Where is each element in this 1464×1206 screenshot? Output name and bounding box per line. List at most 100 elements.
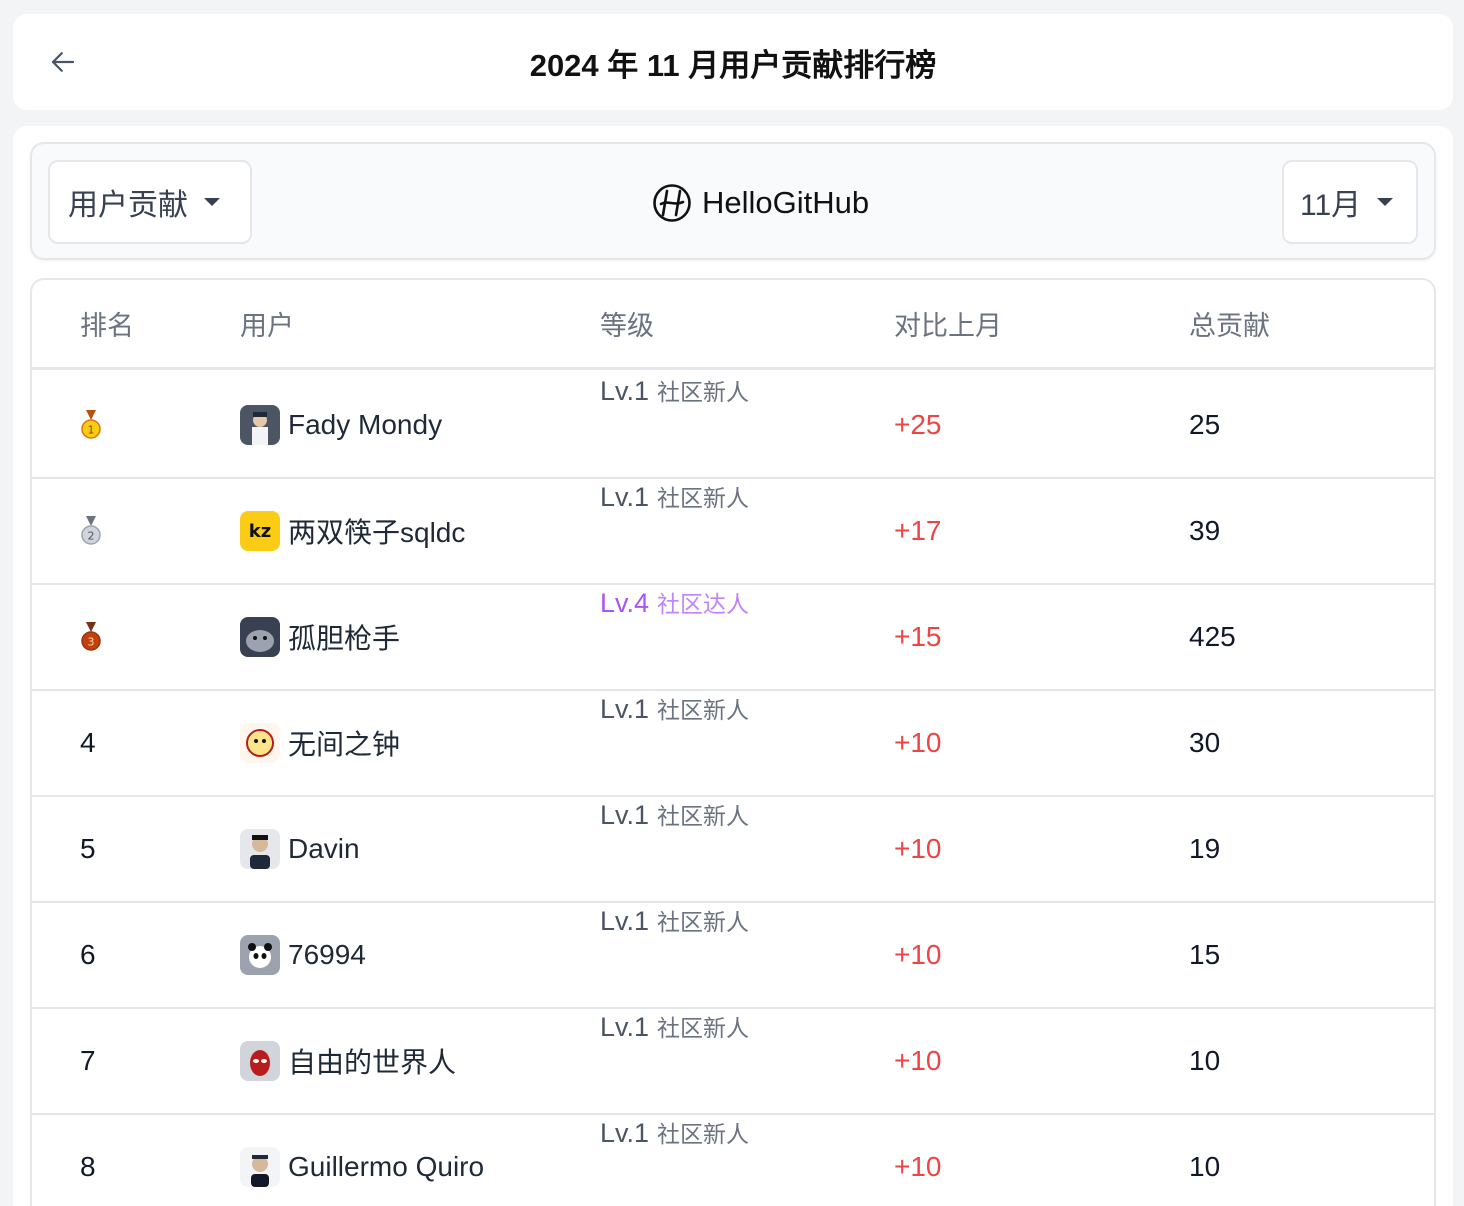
avatar bbox=[240, 829, 280, 869]
user-level: Lv.1 社区新人 bbox=[600, 373, 749, 477]
user-name: 无间之钟 bbox=[288, 729, 401, 760]
avatar bbox=[240, 1147, 280, 1187]
level-name: 社区新人 bbox=[657, 803, 750, 829]
table-row: 2 kz 两双筷子sqldc Lv.1 社区新人 +17 39 bbox=[32, 479, 1434, 585]
chevron-down-icon bbox=[1377, 198, 1394, 206]
monthly-delta: +10 bbox=[894, 939, 942, 970]
user-name: Fady Mondy bbox=[288, 409, 443, 440]
total-contribution: 10 bbox=[1189, 1151, 1221, 1182]
user-level: Lv.1 社区新人 bbox=[600, 1115, 749, 1206]
month-label: 11月 bbox=[1300, 189, 1362, 222]
user-level: Lv.1 社区新人 bbox=[600, 1009, 749, 1113]
total-contribution: 425 bbox=[1189, 621, 1236, 652]
user-link[interactable]: kz 两双筷子sqldc bbox=[240, 479, 465, 583]
rank-number: 5 bbox=[80, 833, 96, 864]
level-name: 社区新人 bbox=[657, 379, 750, 405]
user-name: 76994 bbox=[288, 939, 366, 970]
svg-text:2: 2 bbox=[88, 530, 95, 543]
user-name: 两双筷子sqldc bbox=[288, 517, 466, 548]
level-name: 社区新人 bbox=[657, 697, 750, 723]
table-row: 8 Guillermo Quiro Lv.1 社区新人 +10 10 bbox=[32, 1115, 1434, 1206]
rank-number: 6 bbox=[80, 939, 96, 970]
table-row: 7 自由的世界人 Lv.1 社区新人 +10 10 bbox=[32, 1009, 1434, 1115]
level-name: 社区新人 bbox=[657, 485, 750, 511]
svg-text:1: 1 bbox=[88, 424, 95, 437]
total-contribution: 10 bbox=[1189, 1045, 1221, 1076]
col-user-header: 用户 bbox=[240, 311, 294, 341]
monthly-delta: +15 bbox=[894, 621, 942, 652]
user-level: Lv.1 社区新人 bbox=[600, 479, 749, 583]
user-level: Lv.1 社区新人 bbox=[600, 691, 749, 795]
level-number: Lv.1 bbox=[600, 482, 650, 512]
main-panel: 用户贡献 HelloGitHub 11月 排名 用户 等级 对比上月 总贡献 1… bbox=[13, 126, 1453, 1206]
table-header: 排名 用户 等级 对比上月 总贡献 bbox=[32, 280, 1434, 370]
monthly-delta: +10 bbox=[894, 1151, 942, 1182]
user-link[interactable]: Guillermo Quiro bbox=[240, 1115, 484, 1206]
silver-medal-icon: 2 bbox=[81, 516, 101, 545]
table-row: 1 Fady Mondy Lv.1 社区新人 +25 25 bbox=[32, 373, 1434, 479]
level-number: Lv.1 bbox=[600, 376, 650, 406]
user-name: Davin bbox=[288, 833, 360, 864]
user-level: Lv.4 社区达人 bbox=[600, 585, 749, 689]
user-link[interactable]: 自由的世界人 bbox=[240, 1009, 456, 1113]
level-number: Lv.1 bbox=[600, 1012, 650, 1042]
monthly-delta: +10 bbox=[894, 833, 942, 864]
user-level: Lv.1 社区新人 bbox=[600, 903, 749, 1007]
col-total-header: 总贡献 bbox=[1189, 311, 1270, 341]
level-number: Lv.1 bbox=[600, 1118, 650, 1148]
user-link[interactable]: Fady Mondy bbox=[240, 373, 442, 477]
table-row: 6 76994 Lv.1 社区新人 +10 15 bbox=[32, 903, 1434, 1009]
level-number: Lv.1 bbox=[600, 906, 650, 936]
brand-logo: HelloGitHub bbox=[652, 144, 869, 262]
level-number: Lv.4 bbox=[600, 588, 650, 618]
level-name: 社区达人 bbox=[657, 591, 750, 617]
level-name: 社区新人 bbox=[657, 1121, 750, 1147]
col-level-header: 等级 bbox=[600, 311, 654, 341]
table-row: 4 无间之钟 Lv.1 社区新人 +10 30 bbox=[32, 691, 1434, 797]
avatar bbox=[240, 935, 280, 975]
user-name: Guillermo Quiro bbox=[288, 1151, 485, 1182]
total-contribution: 39 bbox=[1189, 515, 1221, 546]
total-contribution: 25 bbox=[1189, 409, 1221, 440]
user-name: 自由的世界人 bbox=[288, 1047, 457, 1078]
month-select[interactable]: 11月 bbox=[1282, 160, 1418, 244]
level-number: Lv.1 bbox=[600, 800, 650, 830]
avatar: kz bbox=[240, 511, 280, 551]
table-row: 5 Davin Lv.1 社区新人 +10 19 bbox=[32, 797, 1434, 903]
user-link[interactable]: Davin bbox=[240, 797, 360, 901]
level-number: Lv.1 bbox=[600, 694, 650, 724]
page-title: 2024 年 11 月用户贡献排行榜 bbox=[529, 47, 937, 83]
avatar bbox=[240, 723, 280, 763]
monthly-delta: +25 bbox=[894, 409, 942, 440]
user-name: 孤胆枪手 bbox=[288, 623, 401, 654]
rank-number: 4 bbox=[80, 727, 96, 758]
monthly-delta: +17 bbox=[894, 515, 942, 546]
rank-number: 8 bbox=[80, 1151, 96, 1182]
user-link[interactable]: 无间之钟 bbox=[240, 691, 400, 795]
avatar bbox=[240, 617, 280, 657]
user-link[interactable]: 孤胆枪手 bbox=[240, 585, 400, 689]
ranking-table: 排名 用户 等级 对比上月 总贡献 1 Fady Mondy Lv.1 社区新人… bbox=[30, 278, 1436, 1206]
page-header: 2024 年 11 月用户贡献排行榜 bbox=[13, 14, 1453, 110]
avatar bbox=[240, 1041, 280, 1081]
svg-text:kz: kz bbox=[249, 521, 271, 542]
total-contribution: 15 bbox=[1189, 939, 1221, 970]
bronze-medal-icon: 3 bbox=[81, 622, 101, 651]
monthly-delta: +10 bbox=[894, 727, 942, 758]
ranking-type-label: 用户贡献 bbox=[68, 189, 188, 222]
user-link[interactable]: 76994 bbox=[240, 903, 366, 1007]
rank-number: 7 bbox=[80, 1045, 96, 1076]
monthly-delta: +10 bbox=[894, 1045, 942, 1076]
level-name: 社区新人 bbox=[657, 1015, 750, 1041]
chevron-down-icon bbox=[204, 198, 220, 206]
col-delta-header: 对比上月 bbox=[894, 311, 1002, 341]
total-contribution: 19 bbox=[1189, 833, 1221, 864]
gold-medal-icon: 1 bbox=[81, 410, 101, 439]
col-rank-header: 排名 bbox=[80, 311, 134, 341]
brand-name: HelloGitHub bbox=[702, 185, 870, 220]
svg-text:3: 3 bbox=[88, 636, 95, 649]
avatar bbox=[240, 405, 280, 445]
ranking-type-select[interactable]: 用户贡献 bbox=[48, 160, 252, 244]
level-name: 社区新人 bbox=[657, 909, 750, 935]
toolbar: 用户贡献 HelloGitHub 11月 bbox=[30, 142, 1436, 260]
